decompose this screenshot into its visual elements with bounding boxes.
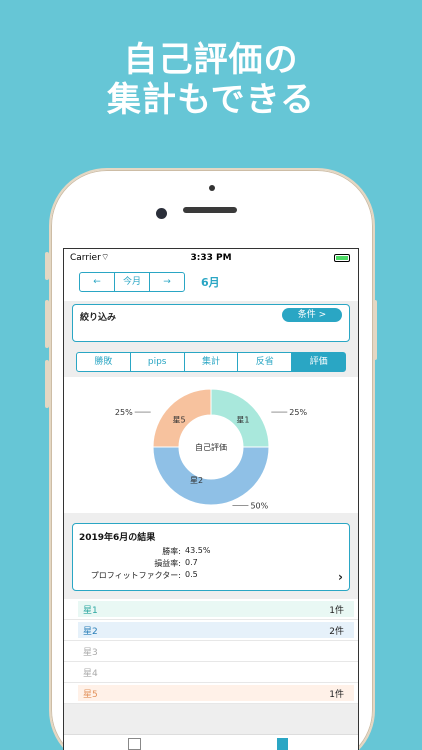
report-icon[interactable] [277, 738, 288, 750]
pl-ratio-value: 0.7 [185, 558, 198, 567]
star-list: 星1 1件 星2 2件 星3 星4 星5 1件 [64, 599, 358, 704]
monthly-result-card[interactable]: 2019年6月の結果 勝率: 43.5% 損益率: 0.7 プロフィットファクタ… [72, 523, 350, 591]
evaluation-chart: 星1 25% 星2 50% 星5 25% 自己評価 [64, 377, 358, 513]
star-name: 星4 [83, 669, 98, 679]
star-bar [78, 643, 354, 659]
slice-label: 星1 [236, 416, 249, 425]
star-bar [78, 685, 354, 701]
chevron-right-icon[interactable]: › [338, 570, 343, 584]
phone-side-button [45, 252, 49, 280]
tab-evaluation[interactable]: 評価 [292, 353, 345, 371]
donut-chart-svg: 星1 25% 星2 50% 星5 25% 自己評価 [115, 388, 307, 510]
battery-icon [334, 254, 350, 262]
front-camera [156, 208, 167, 219]
tab-win-loss[interactable]: 勝敗 [77, 353, 131, 371]
status-bar: Carrier ⌔ 3:33 PM [64, 249, 358, 267]
slice-percent-label: 50% [250, 501, 268, 510]
star-name: 星1 [83, 606, 98, 616]
list-item[interactable]: 星2 2件 [64, 620, 358, 641]
tab-reflection[interactable]: 反省 [238, 353, 293, 371]
next-month-button[interactable]: → [150, 273, 184, 291]
month-navigation: ← 今月 → 6月 [64, 267, 358, 301]
earpiece-speaker [183, 207, 237, 213]
proximity-sensor [209, 185, 215, 191]
list-item[interactable]: 星4 [64, 662, 358, 683]
pie-slice-星2 [152, 446, 270, 506]
tab-pips[interactable]: pips [131, 353, 185, 371]
win-rate-label: 勝率: [162, 547, 181, 556]
condition-button[interactable]: 条件 > [282, 308, 342, 322]
profit-factor-value: 0.5 [185, 570, 198, 579]
pl-ratio-label: 損益率: [154, 559, 181, 568]
win-rate-value: 43.5% [185, 546, 211, 555]
edit-icon[interactable] [128, 738, 141, 750]
chart-center-title: 自己評価 [195, 442, 227, 452]
result-title: 2019年6月の結果 [79, 533, 156, 543]
slice-percent-label: 25% [289, 408, 307, 417]
list-item[interactable]: 星1 1件 [64, 599, 358, 620]
this-month-button[interactable]: 今月 [115, 273, 150, 291]
profit-factor-label: プロフィットファクター: [90, 571, 181, 580]
phone-side-button [45, 300, 49, 348]
slice-label: 星5 [173, 416, 186, 425]
headline-line1: 自己評価の [123, 40, 299, 80]
star-count: 1件 [329, 690, 344, 700]
prev-month-button[interactable]: ← [80, 273, 115, 291]
star-bar [78, 601, 354, 617]
app-screen: Carrier ⌔ 3:33 PM ← 今月 → 6月 絞り込み 条件 > 勝敗… [63, 248, 359, 750]
headline-line2: 集計もできる [107, 80, 315, 120]
tab-summary[interactable]: 集計 [185, 353, 239, 371]
star-name: 星2 [83, 627, 98, 637]
filter-panel: 絞り込み 条件 > [72, 304, 350, 342]
phone-side-button [373, 300, 377, 360]
analysis-tabs: 勝敗 pips 集計 反省 評価 [76, 352, 346, 372]
current-month-label: 6月 [201, 276, 220, 289]
star-count: 2件 [329, 627, 344, 637]
star-bar [78, 622, 354, 638]
slice-label: 星2 [190, 476, 203, 485]
star-bar [78, 664, 354, 680]
filter-label: 絞り込み [80, 313, 117, 323]
list-item[interactable]: 星3 [64, 641, 358, 662]
star-count: 1件 [329, 606, 344, 616]
headline: 自己評価の 集計もできる [0, 40, 422, 120]
list-item[interactable]: 星5 1件 [64, 683, 358, 704]
star-name: 星5 [83, 690, 98, 700]
star-name: 星3 [83, 648, 98, 658]
tab-bar [64, 734, 358, 750]
phone-side-button [45, 360, 49, 408]
slice-percent-label: 25% [115, 408, 133, 417]
month-segmented-control: ← 今月 → [79, 272, 185, 292]
status-time: 3:33 PM [190, 253, 232, 263]
